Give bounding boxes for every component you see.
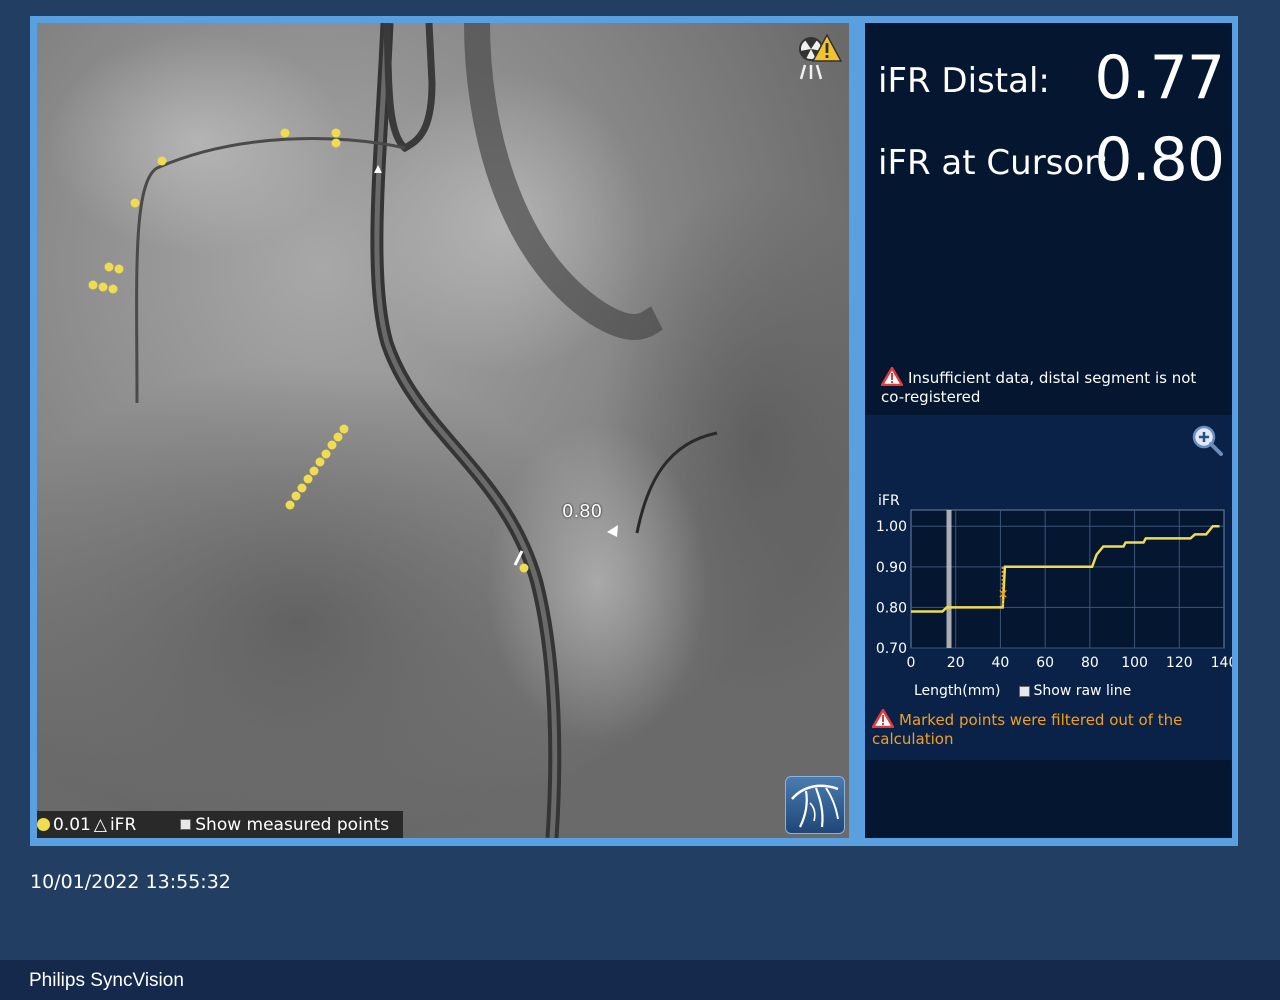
radiation-warning-icon: [799, 33, 843, 80]
x-tick-label: 40: [992, 655, 1010, 671]
show-measured-points-label: Show measured points: [195, 814, 390, 835]
measured-point: [303, 474, 313, 484]
x-tick-label: 100: [1121, 655, 1148, 671]
y-tick-label: 0.80: [876, 600, 907, 616]
ifr-distal-label: iFR Distal:: [878, 61, 1050, 101]
vessel-tree-app-icon[interactable]: [785, 776, 845, 834]
measured-point: [331, 138, 341, 148]
x-tick-label: 60: [1036, 655, 1054, 671]
ifr-distal-row: iFR Distal: 0.77: [878, 43, 1228, 113]
legend-dot-icon: [37, 818, 50, 831]
measured-point: [280, 128, 290, 138]
x-tick-label: 140: [1211, 655, 1232, 671]
ifr-plot[interactable]: 0 20 40 60 80 100 120 140 1.00 0.90 0.80 0.70 ×: [865, 415, 1232, 685]
brand-name: Philips SyncVision: [29, 970, 184, 991]
proximal-marker: [374, 165, 382, 173]
measured-point: [114, 264, 124, 274]
vessel-tree-icon: [791, 784, 839, 828]
ifr-cursor-value: 0.80: [1094, 125, 1225, 195]
show-measured-points-checkbox[interactable]: [180, 819, 192, 830]
measured-point: [88, 280, 98, 290]
measured-point: [339, 424, 349, 434]
show-raw-line-label: Show raw line: [1033, 683, 1132, 699]
legend-dot-value: 0.01: [53, 814, 91, 835]
delta-triangle-icon: △: [93, 814, 107, 835]
measured-point: [130, 198, 140, 208]
marked-point-icon: ×: [998, 587, 1009, 602]
measured-point: [285, 500, 295, 510]
ifr-cursor-label: iFR at Cursor:: [878, 143, 1110, 183]
measured-point: [327, 440, 337, 450]
filtered-points-warning-text: Marked points were filtered out of the c…: [872, 711, 1183, 748]
ifr-pullback-chart: iFR 0204060801001201401.000.900.800.70× …: [865, 415, 1232, 760]
measured-point: [333, 432, 343, 442]
y-tick-label: 1.00: [876, 519, 907, 535]
plot-frame: [910, 509, 1225, 649]
coregistration-warning: Insufficient data, distal segment is not…: [881, 367, 1221, 407]
angio-legend: 0.01 △ iFR Show measured points: [37, 811, 403, 838]
show-measured-points-toggle[interactable]: Show measured points: [180, 815, 389, 835]
legend-metric: iFR: [109, 814, 137, 835]
ifr-cursor-row: iFR at Cursor: 0.80: [878, 125, 1228, 195]
filtered-points-warning: Marked points were filtered out of the c…: [872, 709, 1212, 749]
warning-triangle-icon: [881, 367, 903, 386]
x-tick-label: 0: [907, 655, 916, 671]
cursor-line: [513, 550, 524, 566]
measured-point: [331, 128, 341, 138]
measured-point: [157, 156, 167, 166]
cursor-bar: [946, 510, 952, 648]
coregistration-warning-text: Insufficient data, distal segment is not…: [881, 369, 1197, 406]
measured-point: [309, 466, 319, 476]
vessel-ifr-label: 0.80: [562, 501, 603, 522]
chart-footer: Length(mm) Show raw line: [914, 683, 1131, 699]
ifr-results-panel: iFR Distal: 0.77 iFR at Cursor: 0.80 Ins…: [865, 23, 1232, 838]
measurement-overlay: [88, 128, 618, 573]
measured-point: [98, 282, 108, 292]
chart-x-title: Length(mm): [914, 683, 1001, 699]
measured-point: [291, 491, 301, 501]
y-tick-label: 0.90: [876, 560, 907, 576]
y-tick-label: 0.70: [876, 641, 907, 657]
measured-point: [321, 449, 331, 459]
angiogram-view[interactable]: 0.80 0.01 △ iFR Show measured points: [37, 23, 849, 838]
footer-bar: Philips SyncVision: [0, 960, 1280, 1000]
measured-point: [519, 563, 529, 573]
cursor-marker: [607, 525, 618, 537]
measured-point: [108, 284, 118, 294]
measured-point: [104, 262, 114, 272]
x-tick-label: 80: [1081, 655, 1099, 671]
measured-point: [315, 457, 325, 467]
measured-point: [297, 483, 307, 493]
timestamp: 10/01/2022 13:55:32: [30, 871, 231, 893]
show-raw-line-checkbox[interactable]: [1018, 685, 1030, 697]
x-tick-label: 120: [1166, 655, 1193, 671]
ifr-distal-value: 0.77: [1094, 43, 1225, 113]
warning-triangle-icon: [872, 709, 894, 728]
x-tick-label: 20: [947, 655, 965, 671]
